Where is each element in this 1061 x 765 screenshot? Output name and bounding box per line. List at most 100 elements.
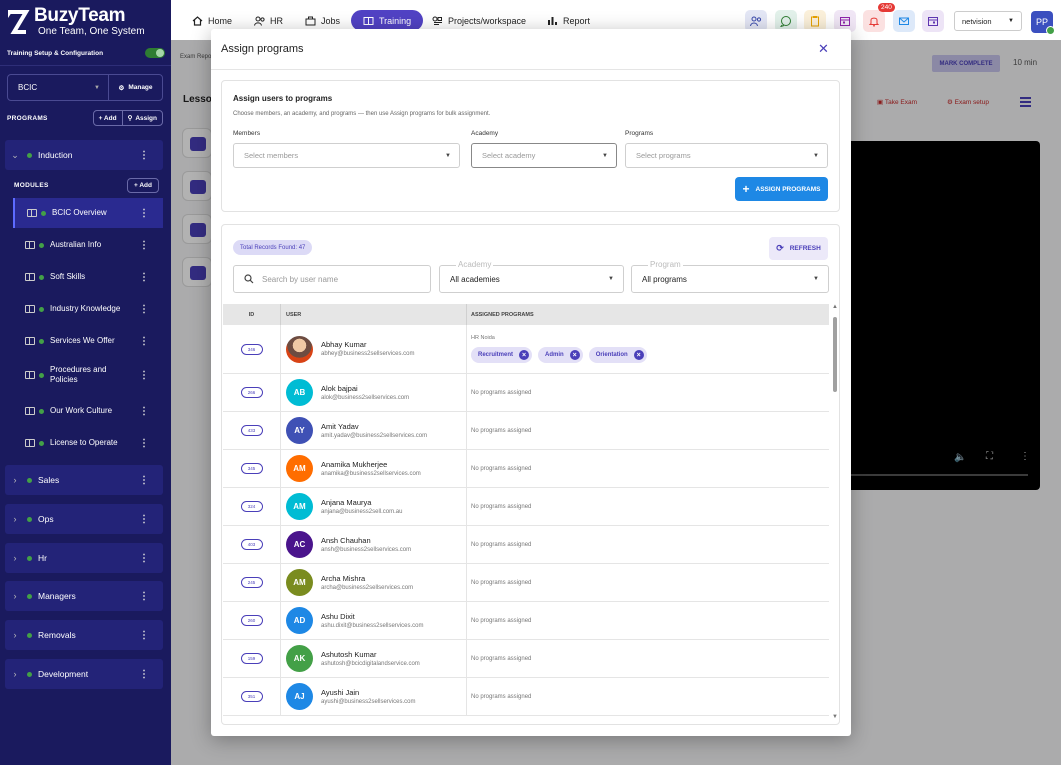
table-row[interactable]: 433 AY Amit Yadav amit.yadav@business2sel… — [223, 412, 829, 450]
nav-report[interactable]: Report — [547, 10, 590, 31]
nav-projects-workspace[interactable]: Projects/workspace — [432, 10, 526, 31]
module-item[interactable]: Soft Skills ⋮ — [13, 262, 163, 292]
brand-title: BuzyTeam — [34, 5, 126, 26]
table-row[interactable]: 351 AJ Ayushi Jain ayushi@business2sellse… — [223, 678, 829, 716]
chevron-down-icon: ▼ — [1008, 18, 1014, 24]
nav-hr[interactable]: HR — [254, 10, 283, 31]
training-setup-toggle[interactable] — [145, 48, 165, 58]
more-vert-icon[interactable]: ⋮ — [139, 406, 149, 417]
scroll-down-icon[interactable]: ▼ — [832, 714, 838, 720]
nav-jobs[interactable]: Jobs — [305, 10, 340, 31]
module-item[interactable]: Industry Knowledge ⋮ — [13, 294, 163, 324]
scrollbar-thumb[interactable] — [833, 317, 837, 392]
more-vert-icon[interactable]: ⋮ — [139, 591, 149, 602]
manage-button[interactable]: ⚙ Manage — [109, 75, 162, 100]
total-records-badge: Total Records Found: 47 — [233, 240, 313, 255]
assign-programs-button[interactable]: + ASSIGN PROGRAMS — [735, 177, 828, 201]
module-item[interactable]: BCIC Overview ⋮ — [13, 198, 163, 228]
account-select[interactable]: netvision ▼ — [954, 11, 1022, 31]
more-vert-icon[interactable]: ⋮ — [139, 630, 149, 641]
program-chip[interactable]: Admin × — [538, 347, 583, 363]
refresh-button[interactable]: ⟳ REFRESH — [769, 237, 828, 260]
sidebar-program-development[interactable]: › Development ⋮ — [5, 659, 163, 689]
table-row[interactable]: 324 AM Anjana Maurya anjana@business2sell… — [223, 488, 829, 526]
sidebar-program-removals[interactable]: › Removals ⋮ — [5, 620, 163, 650]
chip-label: Recruitment — [478, 352, 514, 358]
user-id-pill: 433 — [240, 425, 263, 436]
more-vert-icon[interactable]: ⋮ — [139, 272, 149, 283]
table-row[interactable]: 159 AK Ashutosh Kumar ashutosh@bcicdigita… — [223, 640, 829, 678]
org-select[interactable]: BCIC ▼ — [8, 75, 109, 100]
academy-placeholder: Select academy — [482, 151, 536, 160]
sidebar-program-hr[interactable]: › Hr ⋮ — [5, 543, 163, 573]
mail-icon[interactable] — [893, 10, 915, 32]
chip-label: Orientation — [595, 352, 628, 358]
assign-program-button[interactable]: ⚲ Assign — [121, 111, 162, 125]
column-assigned-programs[interactable]: ASSIGNED PROGRAMS — [467, 304, 829, 325]
more-vert-icon[interactable]: ⋮ — [139, 553, 149, 564]
sidebar-program-ops[interactable]: › Ops ⋮ — [5, 504, 163, 534]
sidebar-program-managers[interactable]: › Managers ⋮ — [5, 581, 163, 611]
add-module-button[interactable]: + Add — [127, 178, 159, 193]
more-vert-icon[interactable]: ⋮ — [139, 336, 149, 347]
academy-select[interactable]: Select academy ▼ — [471, 143, 617, 168]
chevron-down-icon: ▼ — [94, 84, 100, 91]
program-filter[interactable]: Program All programs ▼ — [631, 260, 829, 293]
table-row[interactable]: 266 AB Alok bajpai alok@business2sellserv… — [223, 374, 829, 412]
module-item[interactable]: Procedures and Policies ⋮ — [13, 360, 163, 390]
programs-select[interactable]: Select programs ▼ — [625, 143, 828, 168]
table-row[interactable]: 245 AM Archa Mishra archa@business2sellse… — [223, 564, 829, 602]
table-row[interactable]: 403 AC Ansh Chauhan ansh@business2sellser… — [223, 526, 829, 564]
more-vert-icon[interactable]: ⋮ — [139, 208, 149, 219]
add-program-button[interactable]: + Add — [94, 111, 122, 125]
search-input[interactable]: Search by user name — [233, 265, 431, 293]
program-label: Induction — [38, 150, 73, 160]
avatar: AY — [286, 417, 313, 444]
logo[interactable]: BuzyTeam One Team, One System — [6, 6, 145, 37]
more-vert-icon[interactable]: ⋮ — [139, 514, 149, 525]
more-vert-icon[interactable]: ⋮ — [139, 475, 149, 486]
remove-icon[interactable]: × — [519, 350, 530, 360]
user-email: amit.yadav@business2sellservices.com — [321, 432, 428, 439]
scroll-up-icon[interactable]: ▲ — [832, 304, 838, 310]
program-chip[interactable]: Recruitment × — [471, 347, 533, 363]
module-label: Australian Info — [50, 240, 102, 249]
nav-home[interactable]: Home — [192, 10, 232, 31]
remove-icon[interactable]: × — [633, 350, 644, 360]
module-item[interactable]: License to Operate ⋮ — [13, 428, 163, 458]
sidebar-program-sales[interactable]: › Sales ⋮ — [5, 465, 163, 495]
module-label: Soft Skills — [50, 272, 86, 281]
column-id[interactable]: ID — [223, 304, 281, 325]
sidebar-program-induction[interactable]: ⌄ Induction ⋮ — [5, 140, 163, 170]
more-vert-icon[interactable]: ⋮ — [139, 669, 149, 680]
column-user[interactable]: USER — [281, 304, 467, 325]
academy-filter[interactable]: Academy All academies ▼ — [439, 260, 624, 293]
user-avatar[interactable]: PP — [1031, 11, 1055, 35]
more-vert-icon[interactable]: ⋮ — [139, 150, 149, 161]
event-icon[interactable] — [922, 10, 944, 32]
people-icon — [254, 16, 265, 26]
more-vert-icon[interactable]: ⋮ — [139, 370, 149, 381]
table-scrollbar[interactable]: ▲ ▼ — [831, 304, 839, 724]
remove-icon[interactable]: × — [569, 350, 580, 360]
table-row[interactable]: 345 AM Anamika Mukherjee anamika@business… — [223, 450, 829, 488]
close-icon[interactable]: ✕ — [818, 41, 829, 57]
nav-training[interactable]: Training — [351, 10, 424, 31]
nav-label: HR — [270, 15, 283, 26]
more-vert-icon[interactable]: ⋮ — [139, 240, 149, 251]
module-item[interactable]: Australian Info ⋮ — [13, 230, 163, 260]
book-icon — [27, 209, 37, 217]
bell-icon[interactable] — [863, 10, 885, 32]
no-programs-text: No programs assigned — [471, 389, 532, 396]
assign-form-card: Assign users to programs Choose members,… — [221, 80, 840, 212]
book-icon — [25, 407, 35, 415]
more-vert-icon[interactable]: ⋮ — [139, 304, 149, 315]
more-vert-icon[interactable]: ⋮ — [139, 438, 149, 449]
members-select[interactable]: Select members ▼ — [233, 143, 460, 168]
module-item[interactable]: Services We Offer ⋮ — [13, 326, 163, 356]
module-item[interactable]: Our Work Culture ⋮ — [13, 396, 163, 426]
chevron-right-icon: › — [13, 630, 17, 640]
table-row[interactable]: 260 AD Ashu Dixit ashu.dixit@business2sel… — [223, 602, 829, 640]
program-chip[interactable]: Orientation × — [588, 347, 647, 363]
table-row[interactable]: 346 Abhay Kumar abhey@business2sellservic… — [223, 325, 829, 374]
